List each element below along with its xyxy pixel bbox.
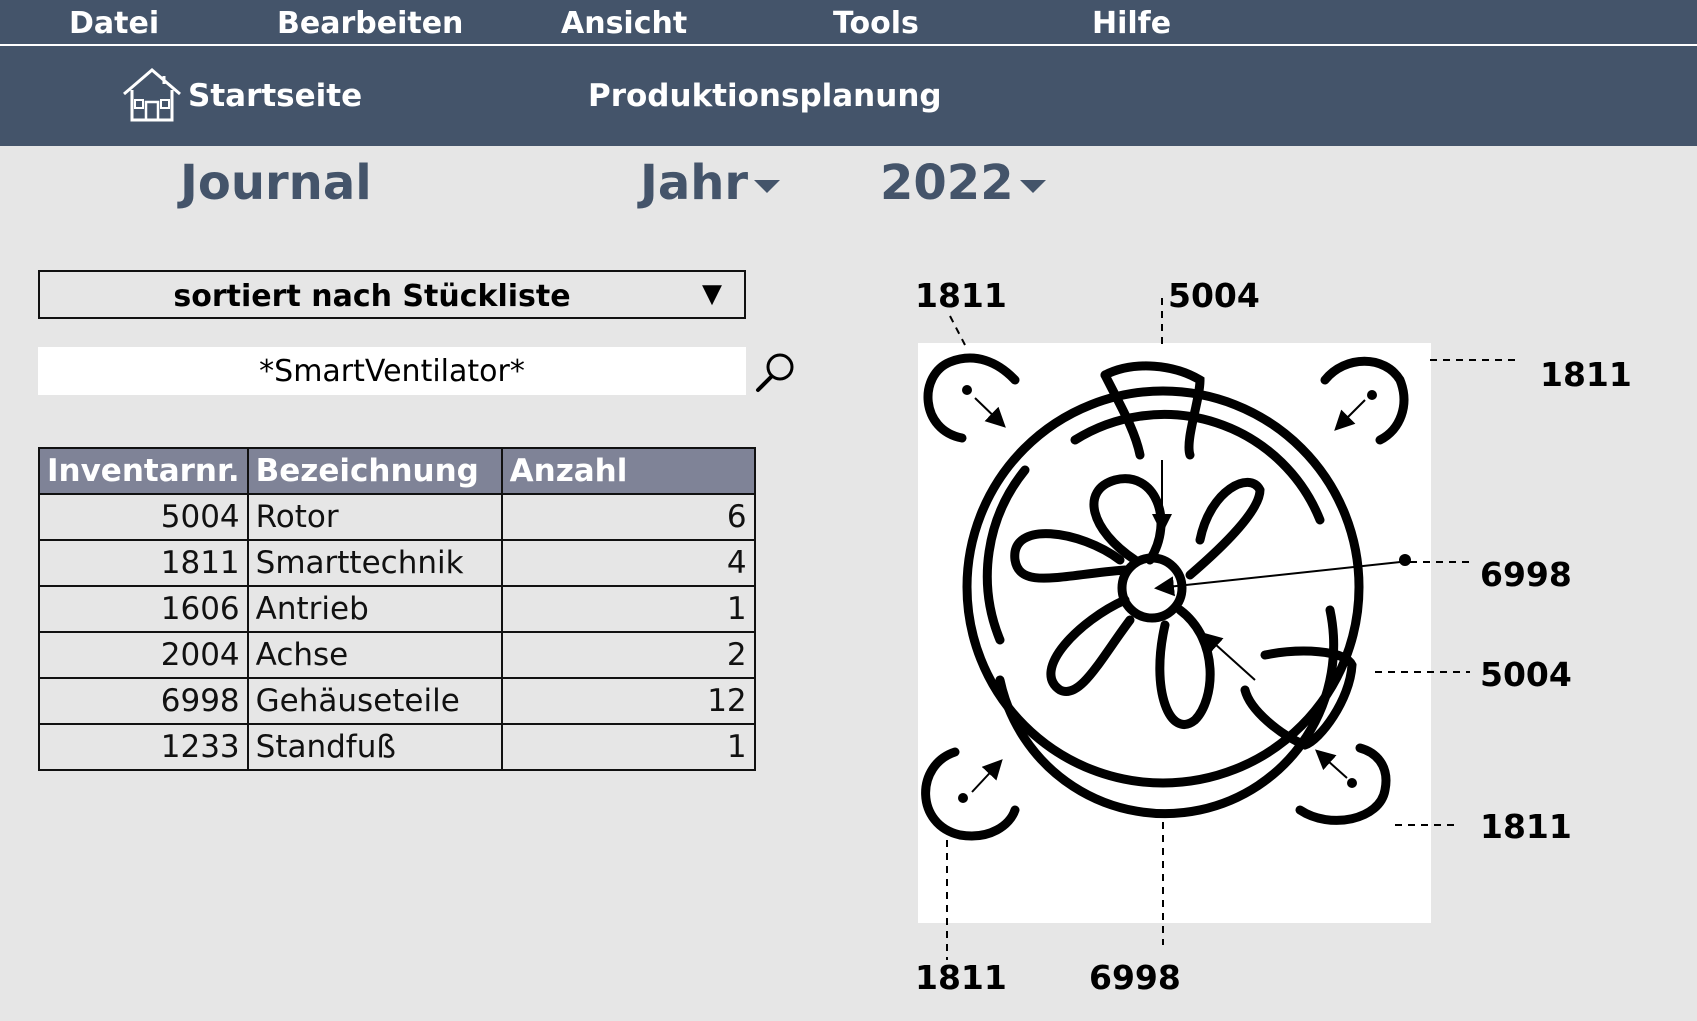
fan-hub	[1117, 553, 1187, 623]
callout-6998-bottom: 6998	[1089, 958, 1181, 997]
fan-blade	[1155, 605, 1215, 729]
callout-1811-bottom-right: 1811	[1480, 807, 1572, 846]
fan-diagram	[921, 298, 1520, 960]
callout-1811-top-right: 1811	[1540, 355, 1632, 394]
corner-mount-top-left	[923, 353, 1020, 443]
fan-blade	[1046, 595, 1135, 696]
corner-mount-bottom-left	[921, 747, 1020, 841]
callout-5004-right: 5004	[1480, 655, 1572, 694]
callout-5004-top: 5004	[1168, 276, 1260, 315]
callout-1811-top-left: 1811	[915, 276, 1007, 315]
callout-1811-bottom-left: 1811	[915, 958, 1007, 997]
callout-6998-right: 6998	[1480, 555, 1572, 594]
fan-blade	[1185, 477, 1265, 580]
corner-mount-bottom-right	[1295, 743, 1391, 825]
